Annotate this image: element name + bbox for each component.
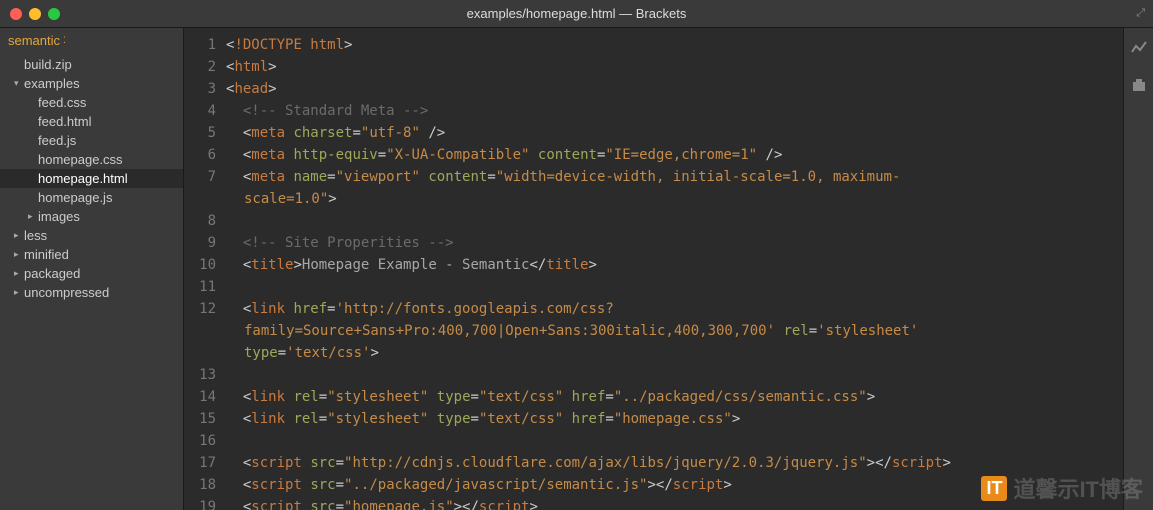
- live-preview-icon[interactable]: [1131, 40, 1147, 61]
- line-number: 6: [184, 144, 216, 166]
- code-line[interactable]: <link rel="stylesheet" type="text/css" h…: [226, 408, 1123, 430]
- watermark-badge: IT: [981, 476, 1007, 501]
- tree-item-label: homepage.html: [38, 171, 128, 186]
- tree-item-label: images: [38, 209, 80, 224]
- line-gutter: 123456789101112131415161718192021: [184, 28, 224, 510]
- file-item[interactable]: feed.js: [0, 131, 183, 150]
- fullscreen-icon[interactable]: ⤢: [1136, 7, 1145, 20]
- close-window-button[interactable]: [10, 8, 22, 20]
- code-line[interactable]: <head>: [226, 78, 1123, 100]
- file-tree: build.zip▾examplesfeed.cssfeed.htmlfeed.…: [0, 53, 183, 302]
- line-number: 10: [184, 254, 216, 276]
- window-controls: [0, 8, 60, 20]
- folder-item[interactable]: ▸images: [0, 207, 183, 226]
- tree-item-label: minified: [24, 247, 69, 262]
- dropdown-icon: ⁚: [63, 35, 66, 46]
- tree-item-label: uncompressed: [24, 285, 109, 300]
- folder-item[interactable]: ▸packaged: [0, 264, 183, 283]
- main: semantic ⁚ build.zip▾examplesfeed.cssfee…: [0, 28, 1153, 510]
- code-line[interactable]: <link rel="stylesheet" type="text/css" h…: [226, 386, 1123, 408]
- code-line[interactable]: <!-- Site Properities -->: [226, 232, 1123, 254]
- sidebar: semantic ⁚ build.zip▾examplesfeed.cssfee…: [0, 28, 184, 510]
- code-line[interactable]: <meta name="viewport" content="width=dev…: [226, 166, 1123, 188]
- code-line[interactable]: [226, 364, 1123, 386]
- extensions-icon[interactable]: [1131, 77, 1147, 98]
- disclosure-icon: ▸: [28, 211, 38, 222]
- disclosure-icon: ▸: [14, 230, 24, 241]
- line-number: 2: [184, 56, 216, 78]
- line-number: [184, 342, 216, 364]
- disclosure-icon: ▸: [14, 268, 24, 279]
- file-item[interactable]: feed.html: [0, 112, 183, 131]
- file-item[interactable]: homepage.js: [0, 188, 183, 207]
- tree-item-label: homepage.css: [38, 152, 123, 167]
- line-number: 4: [184, 100, 216, 122]
- tree-item-label: build.zip: [24, 57, 72, 72]
- line-number: 3: [184, 78, 216, 100]
- code-line[interactable]: type='text/css'>: [226, 342, 1123, 364]
- window-title: examples/homepage.html — Brackets: [0, 6, 1153, 21]
- folder-item[interactable]: ▸less: [0, 226, 183, 245]
- code-line[interactable]: scale=1.0">: [226, 188, 1123, 210]
- line-number: [184, 320, 216, 342]
- folder-item[interactable]: ▸minified: [0, 245, 183, 264]
- code-line[interactable]: <meta charset="utf-8" />: [226, 122, 1123, 144]
- line-number: 14: [184, 386, 216, 408]
- line-number: 16: [184, 430, 216, 452]
- zoom-window-button[interactable]: [48, 8, 60, 20]
- code-line[interactable]: [226, 430, 1123, 452]
- line-number: 5: [184, 122, 216, 144]
- line-number: 15: [184, 408, 216, 430]
- folder-item[interactable]: ▾examples: [0, 74, 183, 93]
- code-line[interactable]: <!-- Standard Meta -->: [226, 100, 1123, 122]
- code-editor[interactable]: 123456789101112131415161718192021 <!DOCT…: [184, 28, 1123, 510]
- tree-item-label: homepage.js: [38, 190, 112, 205]
- minimize-window-button[interactable]: [29, 8, 41, 20]
- project-dropdown[interactable]: semantic ⁚: [0, 28, 183, 53]
- folder-item[interactable]: ▸uncompressed: [0, 283, 183, 302]
- code-line[interactable]: <script src="http://cdnjs.cloudflare.com…: [226, 452, 1123, 474]
- titlebar: examples/homepage.html — Brackets ⤢: [0, 0, 1153, 28]
- code-line[interactable]: <meta http-equiv="X-UA-Compatible" conte…: [226, 144, 1123, 166]
- project-name: semantic: [8, 33, 60, 48]
- file-item[interactable]: homepage.html: [0, 169, 183, 188]
- line-number: 12: [184, 298, 216, 320]
- line-number: 11: [184, 276, 216, 298]
- code-line[interactable]: <link href='http://fonts.googleapis.com/…: [226, 298, 1123, 320]
- tree-item-label: examples: [24, 76, 80, 91]
- tree-item-label: feed.js: [38, 133, 76, 148]
- tree-item-label: less: [24, 228, 47, 243]
- watermark: IT 道馨示IT博客: [981, 472, 1143, 504]
- line-number: 17: [184, 452, 216, 474]
- file-item[interactable]: feed.css: [0, 93, 183, 112]
- line-number: 8: [184, 210, 216, 232]
- code-line[interactable]: <html>: [226, 56, 1123, 78]
- watermark-text: 道馨示IT博客: [1013, 472, 1143, 504]
- line-number: 1: [184, 34, 216, 56]
- code-area[interactable]: <!DOCTYPE html><html><head> <!-- Standar…: [224, 28, 1123, 510]
- code-line[interactable]: [226, 276, 1123, 298]
- line-number: [184, 188, 216, 210]
- right-rail: [1123, 28, 1153, 510]
- line-number: 19: [184, 496, 216, 510]
- line-number: 18: [184, 474, 216, 496]
- disclosure-icon: ▾: [14, 78, 24, 89]
- disclosure-icon: ▸: [14, 249, 24, 260]
- file-item[interactable]: homepage.css: [0, 150, 183, 169]
- tree-item-label: feed.css: [38, 95, 86, 110]
- file-item[interactable]: build.zip: [0, 55, 183, 74]
- disclosure-icon: ▸: [14, 287, 24, 298]
- code-line[interactable]: <title>Homepage Example - Semantic</titl…: [226, 254, 1123, 276]
- line-number: 13: [184, 364, 216, 386]
- code-line[interactable]: <!DOCTYPE html>: [226, 34, 1123, 56]
- code-line[interactable]: family=Source+Sans+Pro:400,700|Open+Sans…: [226, 320, 1123, 342]
- tree-item-label: feed.html: [38, 114, 91, 129]
- tree-item-label: packaged: [24, 266, 80, 281]
- line-number: 7: [184, 166, 216, 188]
- code-line[interactable]: [226, 210, 1123, 232]
- line-number: 9: [184, 232, 216, 254]
